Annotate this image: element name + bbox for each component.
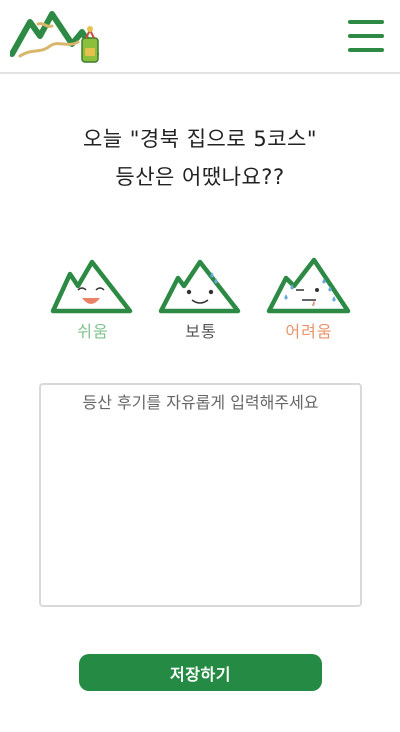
review-textarea[interactable] (39, 383, 362, 607)
normal-mountain-icon (158, 259, 241, 314)
menu-bar (348, 48, 384, 52)
menu-bar (348, 34, 384, 38)
rating-easy-label: 쉬움 (77, 322, 109, 341)
rating-easy-option[interactable]: 쉬움 (48, 256, 138, 342)
hard-mountain-icon (266, 257, 351, 314)
save-button[interactable]: 저장하기 (79, 654, 322, 691)
rating-normal-label: 보통 (185, 322, 217, 341)
app-header (0, 0, 400, 74)
difficulty-rating-group: 쉬움 보통 어려움 (0, 256, 400, 346)
menu-bar (348, 20, 384, 24)
mountain-trail-logo-icon[interactable] (10, 8, 110, 68)
question-line-1: 오늘 "경북 집으로 5코스" (82, 127, 318, 151)
rating-hard-label: 어려움 (285, 322, 333, 341)
hiking-question: 오늘 "경북 집으로 5코스" 등산은 어땠나요?? (0, 120, 400, 196)
easy-mountain-icon (50, 259, 133, 314)
rating-hard-option[interactable]: 어려움 (264, 256, 354, 342)
hamburger-menu-icon[interactable] (348, 20, 384, 52)
question-line-2: 등산은 어땠나요?? (115, 165, 285, 189)
rating-normal-option[interactable]: 보통 (156, 256, 246, 342)
